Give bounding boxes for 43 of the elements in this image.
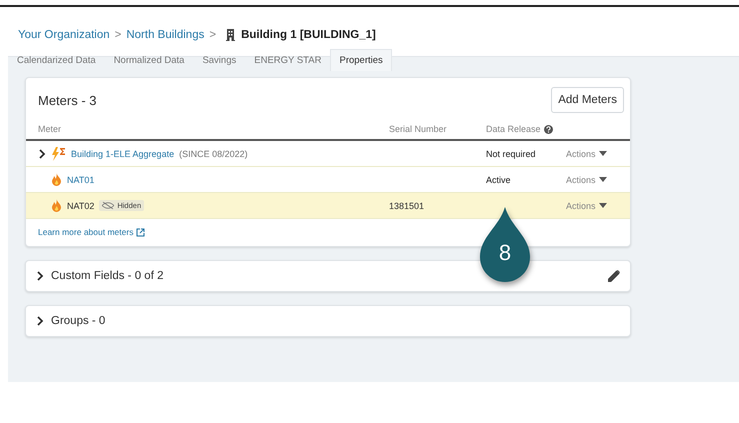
actions-dropdown[interactable]: Actions <box>566 200 607 210</box>
column-header: Serial Number <box>389 124 447 134</box>
chevron-icon[interactable] <box>36 271 44 281</box>
collapsible-section[interactable]: Groups - 0 <box>25 305 631 337</box>
learn-more-link[interactable]: Learn more about meters <box>38 227 134 237</box>
tab[interactable]: Savings <box>193 49 246 71</box>
chevron-icon[interactable] <box>38 148 46 158</box>
meter-note: (SINCE 08/2022) <box>179 148 248 158</box>
chevron-icon[interactable] <box>36 316 44 326</box>
caret-icon <box>598 151 607 156</box>
building-title: Building 1 [BUILDING_1] <box>241 29 376 41</box>
collapsible-section[interactable]: Custom Fields - 0 of 2 <box>25 260 631 292</box>
data-release-status: Active <box>486 174 511 184</box>
column-header: Data Release <box>486 124 541 134</box>
caret-icon <box>598 203 607 208</box>
external-link-icon <box>136 228 146 236</box>
flame-icon <box>51 199 62 212</box>
edit-icon[interactable] <box>608 270 620 282</box>
flame-icon <box>51 173 62 186</box>
tab[interactable]: Calendarized Data <box>8 49 105 71</box>
column-header: Meter <box>38 124 62 134</box>
breadcrumb-link[interactable]: Your Organization <box>18 29 110 41</box>
section-title: Groups - 0 <box>51 315 106 327</box>
tab[interactable]: Properties <box>330 49 392 71</box>
actions-dropdown[interactable]: Actions <box>566 148 607 158</box>
add-meters-button[interactable]: Add Meters <box>551 87 624 113</box>
serial-number: 1381501 <box>389 200 424 210</box>
help-icon[interactable] <box>544 124 553 134</box>
meter-link[interactable]: Building 1-ELE Aggregate <box>71 148 174 158</box>
tab[interactable]: ENERGY STAR <box>245 49 330 71</box>
breadcrumb-link[interactable]: North Buildings <box>126 29 204 41</box>
actions-dropdown[interactable]: Actions <box>566 174 607 184</box>
data-release-status: Not required <box>486 148 536 158</box>
caret-icon <box>598 177 607 182</box>
meter-link[interactable]: NAT02 <box>67 200 94 210</box>
card-title: Meters - 3 <box>38 92 97 108</box>
bolt-sigma-icon <box>51 146 66 160</box>
meter-link[interactable]: NAT01 <box>67 174 94 184</box>
breadcrumb-separator: > <box>209 29 216 41</box>
tab[interactable]: Normalized Data <box>104 49 194 71</box>
section-title: Custom Fields - 0 of 2 <box>51 270 164 282</box>
building-icon <box>226 29 236 41</box>
breadcrumb-separator: > <box>114 29 122 41</box>
